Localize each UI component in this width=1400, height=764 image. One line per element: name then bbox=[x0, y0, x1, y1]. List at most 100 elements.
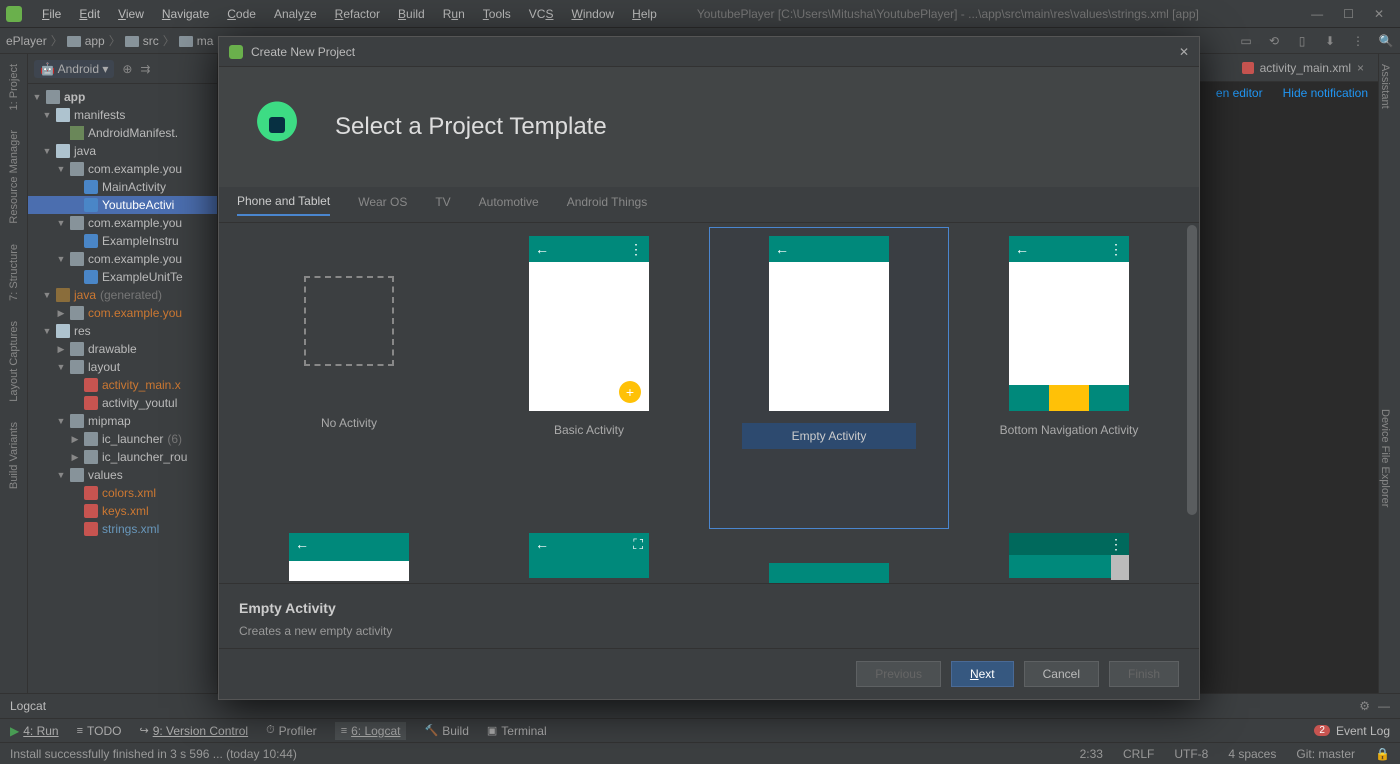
tree-res[interactable]: ▼res bbox=[28, 322, 217, 340]
status-line-sep[interactable]: CRLF bbox=[1123, 747, 1154, 761]
tool-device-file-explorer[interactable]: Device File Explorer bbox=[1379, 409, 1391, 507]
menu-help[interactable]: Help bbox=[624, 5, 665, 23]
tree-java-gen[interactable]: ▼java (generated) bbox=[28, 286, 217, 304]
tree-drawable[interactable]: ▶drawable bbox=[28, 340, 217, 358]
tree-pkg3[interactable]: ▼com.example.you bbox=[28, 250, 217, 268]
crumb-root[interactable]: ePlayer 〉 bbox=[6, 32, 63, 49]
menu-view[interactable]: View bbox=[110, 5, 152, 23]
previous-button[interactable]: Previous bbox=[856, 661, 941, 687]
tab-android-things[interactable]: Android Things bbox=[567, 195, 648, 215]
tree-example-unit[interactable]: ExampleUnitTe bbox=[28, 268, 217, 286]
tree-ic-launcher[interactable]: ▶ic_launcher (6) bbox=[28, 430, 217, 448]
tree-pkg-gen[interactable]: ▶com.example.you bbox=[28, 304, 217, 322]
tool-event-log[interactable]: Event Log bbox=[1336, 724, 1390, 738]
status-git[interactable]: Git: master bbox=[1296, 747, 1355, 761]
toolbar-device-icon[interactable]: ▭ bbox=[1238, 34, 1254, 48]
tool-layout-captures[interactable]: Layout Captures bbox=[8, 321, 20, 402]
menu-file[interactable]: File bbox=[34, 5, 69, 23]
template-row2-3[interactable] bbox=[769, 563, 889, 583]
tree-options-icon[interactable]: ⇉ bbox=[140, 62, 150, 76]
template-row2-1[interactable]: ← bbox=[289, 533, 409, 578]
template-scrollbar[interactable] bbox=[1187, 225, 1197, 515]
template-empty-activity[interactable]: ← Empty Activity bbox=[709, 227, 949, 529]
close-window-icon[interactable]: ✕ bbox=[1374, 7, 1384, 21]
tool-vcs[interactable]: ↪ 9: Version Control bbox=[139, 724, 248, 738]
tab-wear-os[interactable]: Wear OS bbox=[358, 195, 407, 215]
tree-keys-xml[interactable]: keys.xml bbox=[28, 502, 217, 520]
logcat-gear-icon[interactable]: ⚙ bbox=[1359, 699, 1370, 713]
tree-youtube-activity[interactable]: YoutubeActivi bbox=[28, 196, 217, 214]
menu-navigate[interactable]: Navigate bbox=[154, 5, 217, 23]
editor-tab-activity-main[interactable]: activity_main.xml × bbox=[1234, 57, 1372, 79]
template-no-activity[interactable]: No Activity bbox=[229, 227, 469, 529]
crumb-more[interactable]: ma bbox=[179, 34, 214, 48]
status-indent[interactable]: 4 spaces bbox=[1228, 747, 1276, 761]
tree-strings-xml[interactable]: strings.xml bbox=[28, 520, 217, 538]
cancel-button[interactable]: Cancel bbox=[1024, 661, 1099, 687]
menu-run[interactable]: Run bbox=[435, 5, 473, 23]
tree-target-icon[interactable]: ⊕ bbox=[122, 62, 132, 76]
minimize-icon[interactable]: — bbox=[1311, 7, 1323, 21]
toolbar-sdk-icon[interactable]: ⬇ bbox=[1322, 34, 1338, 48]
tree-values[interactable]: ▼values bbox=[28, 466, 217, 484]
tab-automotive[interactable]: Automotive bbox=[479, 195, 539, 215]
tree-pkg1[interactable]: ▼com.example.you bbox=[28, 160, 217, 178]
tab-phone-tablet[interactable]: Phone and Tablet bbox=[237, 194, 330, 216]
tool-project[interactable]: 1: Project bbox=[8, 64, 20, 110]
template-row2-4[interactable]: ⋮ bbox=[1009, 533, 1129, 578]
tool-assistant[interactable]: Assistant bbox=[1379, 64, 1391, 109]
menu-tools[interactable]: Tools bbox=[475, 5, 519, 23]
status-caret-pos[interactable]: 2:33 bbox=[1080, 747, 1103, 761]
menu-edit[interactable]: Edit bbox=[71, 5, 108, 23]
template-bottom-nav[interactable]: ←⋮ Bottom Navigation Activity bbox=[949, 227, 1189, 529]
tree-activity-main-xml[interactable]: activity_main.x bbox=[28, 376, 217, 394]
maximize-icon[interactable]: ☐ bbox=[1343, 7, 1354, 21]
finish-button[interactable]: Finish bbox=[1109, 661, 1179, 687]
next-button[interactable]: Next bbox=[951, 661, 1014, 687]
toolbar-avd-icon[interactable]: ▯ bbox=[1294, 34, 1310, 48]
menu-build[interactable]: Build bbox=[390, 5, 433, 23]
status-lock-icon[interactable]: 🔒 bbox=[1375, 747, 1390, 761]
menu-vcs[interactable]: VCS bbox=[521, 5, 562, 23]
toolbar-sync-icon[interactable]: ⟲ bbox=[1266, 34, 1282, 48]
template-row2-2[interactable]: ←⛶ bbox=[529, 533, 649, 578]
banner-open-editor[interactable]: en editor bbox=[1216, 86, 1263, 100]
tool-todo[interactable]: ≡ TODO bbox=[77, 724, 122, 738]
tool-logcat[interactable]: ≡ 6: Logcat bbox=[335, 722, 407, 740]
tree-colors-xml[interactable]: colors.xml bbox=[28, 484, 217, 502]
tree-main-activity[interactable]: MainActivity bbox=[28, 178, 217, 196]
menu-window[interactable]: Window bbox=[563, 5, 622, 23]
menu-refactor[interactable]: Refactor bbox=[327, 5, 388, 23]
tool-resource-manager[interactable]: Resource Manager bbox=[8, 130, 20, 224]
tool-structure[interactable]: 7: Structure bbox=[8, 244, 20, 301]
tree-view-selector[interactable]: 🤖 Android ▾ bbox=[34, 60, 114, 78]
crumb-src[interactable]: src 〉 bbox=[125, 32, 175, 49]
close-tab-icon[interactable]: × bbox=[1357, 61, 1364, 75]
tree-pkg2[interactable]: ▼com.example.you bbox=[28, 214, 217, 232]
crumb-app[interactable]: app 〉 bbox=[67, 32, 121, 49]
toolbar-search-icon[interactable]: 🔍 bbox=[1378, 34, 1394, 48]
logcat-minimize-icon[interactable]: — bbox=[1378, 699, 1390, 713]
tree-java[interactable]: ▼java bbox=[28, 142, 217, 160]
tree-app[interactable]: ▼app bbox=[28, 88, 217, 106]
tree-manifests[interactable]: ▼manifests bbox=[28, 106, 217, 124]
tool-build[interactable]: 🔨 Build bbox=[424, 724, 468, 738]
status-encoding[interactable]: UTF-8 bbox=[1174, 747, 1208, 761]
tool-profiler[interactable]: ⏱ Profiler bbox=[266, 724, 317, 738]
tree-android-manifest[interactable]: AndroidManifest. bbox=[28, 124, 217, 142]
banner-hide-notification[interactable]: Hide notification bbox=[1283, 86, 1368, 100]
tree-activity-youtube-xml[interactable]: activity_youtul bbox=[28, 394, 217, 412]
tree-mipmap[interactable]: ▼mipmap bbox=[28, 412, 217, 430]
tool-run[interactable]: ▶ 4: Run bbox=[10, 724, 59, 738]
tree-example-instru[interactable]: ExampleInstru bbox=[28, 232, 217, 250]
dialog-close-icon[interactable]: ✕ bbox=[1179, 45, 1189, 59]
toolbar-more-icon[interactable]: ⋮ bbox=[1350, 34, 1366, 48]
tool-terminal[interactable]: ▣ Terminal bbox=[487, 724, 547, 738]
tree-layout[interactable]: ▼layout bbox=[28, 358, 217, 376]
tree-ic-launcher-round[interactable]: ▶ic_launcher_rou bbox=[28, 448, 217, 466]
menu-code[interactable]: Code bbox=[219, 5, 264, 23]
tab-tv[interactable]: TV bbox=[435, 195, 450, 215]
tool-build-variants[interactable]: Build Variants bbox=[8, 422, 20, 489]
template-basic-activity[interactable]: ←⋮+ Basic Activity bbox=[469, 227, 709, 529]
menu-analyze[interactable]: Analyze bbox=[266, 5, 325, 23]
